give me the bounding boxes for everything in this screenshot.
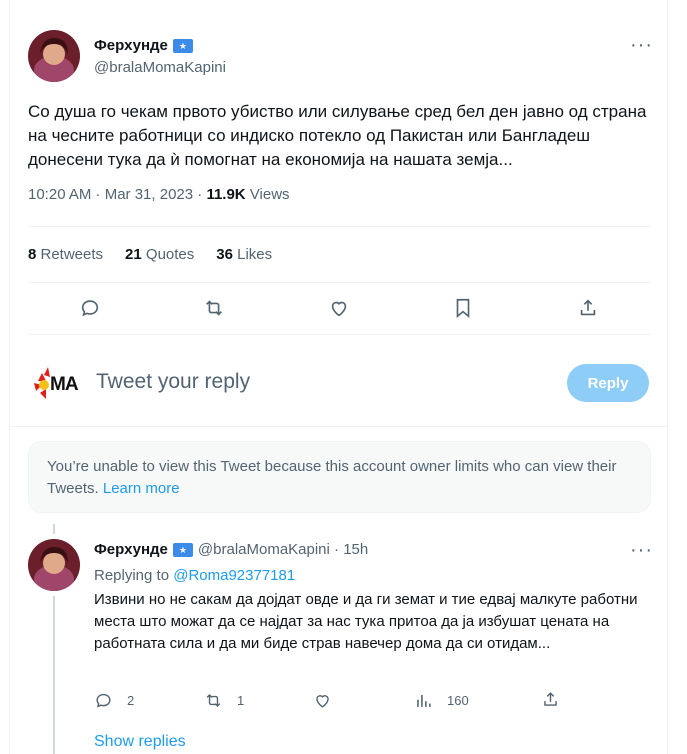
show-replies-link[interactable]: Show replies <box>94 733 186 751</box>
thread-connector <box>53 596 55 754</box>
share-icon <box>544 692 557 706</box>
thread-connector <box>53 524 55 534</box>
more-options-icon[interactable]: ··· <box>630 540 653 560</box>
reply-views-action[interactable]: 160 <box>414 691 469 710</box>
learn-more-link[interactable]: Learn more <box>103 480 180 497</box>
divider <box>28 334 651 335</box>
reply-author-handle[interactable]: @bralaMomaKapini · 15h <box>198 541 368 558</box>
right-border <box>667 0 668 754</box>
verified-badge-icon <box>172 38 193 53</box>
tweet-stats: 8 Retweets 21 Quotes 36 Likes <box>28 246 272 263</box>
author-name-row[interactable]: Ферхунде <box>94 37 193 54</box>
more-options-icon[interactable]: ··· <box>630 35 653 55</box>
reply-icon <box>96 693 111 708</box>
replying-to: Replying to @Roma92377181 <box>94 567 295 584</box>
replying-to-label: Replying to <box>94 567 174 584</box>
divider <box>28 282 651 283</box>
like-icon <box>316 695 329 708</box>
bookmark-icon[interactable] <box>451 296 475 320</box>
author-handle[interactable]: @bralaMomaKapini <box>94 59 226 76</box>
reply-button[interactable]: Reply <box>567 364 649 402</box>
quotes-stat[interactable]: 21 Quotes <box>125 246 194 263</box>
tweet-text: Со душа го чекам првото убиство или силу… <box>28 102 647 169</box>
divider <box>9 426 668 427</box>
verified-badge-icon <box>172 542 193 557</box>
like-icon[interactable] <box>327 296 351 320</box>
reply-author-name[interactable]: Ферхунде <box>94 541 168 558</box>
tweet-timestamp[interactable]: 10:20 AM · Mar 31, 2023 · <box>28 186 206 203</box>
reply-retweet-action[interactable]: 1 <box>204 691 244 710</box>
divider <box>28 226 651 227</box>
retweet-count: 1 <box>237 693 245 708</box>
author-avatar[interactable] <box>28 30 80 82</box>
reply-icon[interactable] <box>78 296 102 320</box>
avatar-logo-text: MA <box>50 374 79 395</box>
views-label: Views <box>245 186 290 203</box>
reply-author-row[interactable]: Ферхунде @bralaMomaKapini · 15h <box>94 541 368 558</box>
reply-tweet-text: Извини но не сакам да дојдат овде и да г… <box>94 591 638 652</box>
reply-author-avatar[interactable] <box>28 539 80 591</box>
replying-to-handle[interactable]: @Roma92377181 <box>173 567 295 584</box>
views-count: 11.9K <box>206 186 246 203</box>
retweets-stat[interactable]: 8 Retweets <box>28 246 103 263</box>
likes-stat[interactable]: 36 Likes <box>216 246 272 263</box>
retweet-icon[interactable] <box>202 296 226 320</box>
share-icon[interactable] <box>576 296 600 320</box>
reply-reply-action[interactable]: 2 <box>94 691 134 710</box>
reply-input[interactable]: Tweet your reply <box>96 370 250 394</box>
restricted-tweet-notice: You’re unable to view this Tweet because… <box>28 441 651 513</box>
views-icon <box>417 694 431 707</box>
views-count: 160 <box>447 693 469 708</box>
author-name[interactable]: Ферхунде <box>94 37 168 54</box>
reply-share-action[interactable] <box>541 690 560 709</box>
tweet-meta: 10:20 AM · Mar 31, 2023 · 11.9K Views <box>28 186 290 203</box>
reply-count: 2 <box>127 693 135 708</box>
current-user-avatar[interactable]: MA <box>28 357 80 409</box>
reply-like-action[interactable] <box>313 691 332 710</box>
retweet-icon <box>206 693 221 708</box>
left-border <box>9 0 10 754</box>
